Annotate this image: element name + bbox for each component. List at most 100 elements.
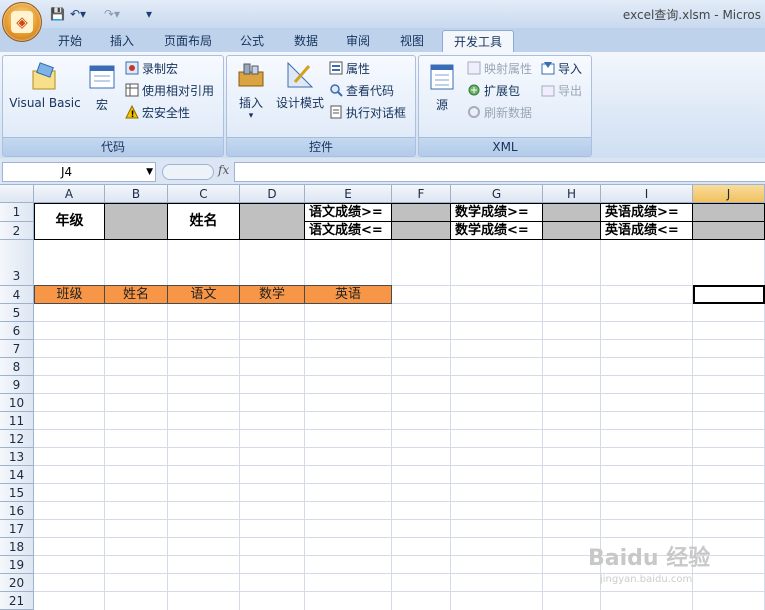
tab-insert[interactable]: 插入 [100, 30, 144, 52]
visual-basic-label: Visual Basic [9, 96, 81, 110]
expansion-packs-label: 扩展包 [484, 84, 521, 98]
row-header-19[interactable]: 19 [0, 556, 34, 574]
office-button[interactable]: ◈ [2, 2, 42, 42]
row-header-1[interactable]: 1 [0, 203, 34, 222]
cell-d1-name-input[interactable] [239, 203, 305, 240]
refresh-data-button[interactable]: 刷新数据 [467, 104, 532, 122]
import-icon [541, 61, 555, 75]
run-dialog-button[interactable]: 执行对话框 [329, 104, 406, 122]
save-icon[interactable]: 💾 [50, 5, 65, 23]
import-button[interactable]: 导入 [541, 60, 582, 78]
insert-control-button[interactable]: 插入 ▾ [231, 60, 271, 121]
insert-function-icon[interactable]: fx [218, 163, 229, 177]
xml-group-label: XML [419, 137, 591, 156]
redo-icon[interactable]: ↷▾ [104, 5, 120, 23]
cell-b1-grade-input[interactable] [104, 203, 168, 240]
cell-i2-english-max-label[interactable]: 英语成绩<= [600, 221, 693, 240]
map-properties-icon [467, 61, 481, 75]
cell-c4-chinese-header[interactable]: 语文 [167, 285, 240, 304]
active-cell-j4[interactable] [693, 285, 765, 304]
design-mode-label: 设计模式 [275, 96, 324, 110]
visual-basic-button[interactable]: Visual Basic [7, 62, 83, 110]
row-header-15[interactable]: 15 [0, 484, 34, 502]
cell-j2-english-max-input[interactable] [692, 221, 765, 240]
row-header-20[interactable]: 20 [0, 574, 34, 592]
tab-formulas[interactable]: 公式 [230, 30, 274, 52]
row-header-5[interactable]: 5 [0, 304, 34, 322]
record-macro-button[interactable]: 录制宏 [125, 60, 178, 78]
formula-bar-resize-handle[interactable] [162, 164, 214, 180]
cell-g2-math-max-label[interactable]: 数学成绩<= [450, 221, 543, 240]
export-button[interactable]: 导出 [541, 82, 582, 100]
expansion-packs-button[interactable]: 扩展包 [467, 82, 520, 100]
chevron-down-icon[interactable]: ▼ [146, 163, 153, 181]
dropdown-arrow-icon: ▾ [248, 111, 254, 121]
row-header-18[interactable]: 18 [0, 538, 34, 556]
row-header-3[interactable]: 3 [0, 240, 34, 286]
column-header-f[interactable]: F [392, 185, 451, 203]
column-header-i[interactable]: I [601, 185, 693, 203]
row-header-9[interactable]: 9 [0, 376, 34, 394]
xml-source-button[interactable]: 源 [423, 62, 461, 113]
cell-e1-chinese-min-label[interactable]: 语文成绩>= [304, 203, 392, 222]
tab-review[interactable]: 审阅 [336, 30, 380, 52]
customize-qat-icon[interactable]: ▾ [146, 5, 152, 23]
row-header-8[interactable]: 8 [0, 358, 34, 376]
column-header-b[interactable]: B [105, 185, 168, 203]
column-header-e[interactable]: E [305, 185, 392, 203]
cell-a1-grade-label[interactable]: 年级 [34, 203, 105, 240]
column-header-c[interactable]: C [168, 185, 240, 203]
select-all-corner[interactable] [0, 185, 34, 203]
cell-e2-chinese-max-label[interactable]: 语文成绩<= [304, 221, 392, 240]
cell-e4-english-header[interactable]: 英语 [304, 285, 392, 304]
cell-h1-math-min-input[interactable] [542, 203, 601, 222]
tab-data[interactable]: 数据 [284, 30, 328, 52]
cell-b4-name-header[interactable]: 姓名 [104, 285, 168, 304]
tab-home[interactable]: 开始 [48, 30, 92, 52]
tab-developer[interactable]: 开发工具 [442, 30, 514, 54]
row-header-10[interactable]: 10 [0, 394, 34, 412]
gridline [542, 203, 543, 610]
gridline [304, 203, 305, 610]
tab-page-layout[interactable]: 页面布局 [156, 30, 220, 52]
row-header-21[interactable]: 21 [0, 592, 34, 610]
tab-view[interactable]: 视图 [390, 30, 434, 52]
row-header-12[interactable]: 12 [0, 430, 34, 448]
cell-i1-english-min-label[interactable]: 英语成绩>= [600, 203, 693, 222]
column-header-h[interactable]: H [543, 185, 601, 203]
relative-reference-button[interactable]: 使用相对引用 [125, 82, 214, 100]
view-code-button[interactable]: 查看代码 [329, 82, 394, 100]
column-header-a[interactable]: A [34, 185, 105, 203]
row-header-13[interactable]: 13 [0, 448, 34, 466]
cell-a4-class-header[interactable]: 班级 [34, 285, 105, 304]
cell-d4-math-header[interactable]: 数学 [239, 285, 305, 304]
run-dialog-label: 执行对话框 [346, 106, 407, 120]
undo-icon[interactable]: ↶▾ [70, 5, 86, 23]
cell-j1-english-min-input[interactable] [692, 203, 765, 222]
column-header-g[interactable]: G [451, 185, 543, 203]
macros-button[interactable]: 宏 [85, 62, 119, 113]
row-header-2[interactable]: 2 [0, 222, 34, 240]
row-header-4[interactable]: 4 [0, 286, 34, 304]
design-mode-button[interactable]: 设计模式 [273, 60, 327, 111]
row-header-14[interactable]: 14 [0, 466, 34, 484]
cell-g1-math-min-label[interactable]: 数学成绩>= [450, 203, 543, 222]
cell-h2-math-max-input[interactable] [542, 221, 601, 240]
map-properties-button[interactable]: 映射属性 [467, 60, 532, 78]
code-group-label: 代码 [3, 137, 223, 156]
office-logo-icon: ◈ [11, 11, 33, 33]
row-header-17[interactable]: 17 [0, 520, 34, 538]
column-header-j[interactable]: J [693, 185, 765, 203]
cell-f2-chinese-max-input[interactable] [391, 221, 451, 240]
name-box[interactable]: J4 ▼ [2, 162, 156, 182]
properties-button[interactable]: 属性 [329, 60, 370, 78]
row-header-6[interactable]: 6 [0, 322, 34, 340]
row-header-11[interactable]: 11 [0, 412, 34, 430]
row-header-7[interactable]: 7 [0, 340, 34, 358]
row-header-16[interactable]: 16 [0, 502, 34, 520]
column-header-d[interactable]: D [240, 185, 305, 203]
formula-input[interactable] [234, 162, 765, 182]
cell-c1-name-label[interactable]: 姓名 [167, 203, 240, 240]
cell-f1-chinese-min-input[interactable] [391, 203, 451, 222]
macro-security-button[interactable]: ! 宏安全性 [125, 104, 190, 122]
